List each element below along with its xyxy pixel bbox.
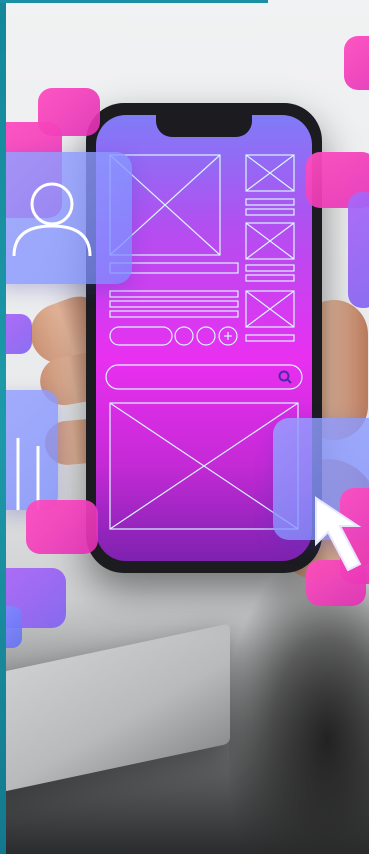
equalizer-icon	[16, 438, 40, 510]
cursor-arrow-icon	[315, 496, 362, 572]
equalizer-card	[0, 390, 58, 510]
floating-card-pink-right-top	[344, 36, 369, 90]
phone-notch	[156, 115, 252, 137]
search-bar	[105, 364, 303, 390]
user-card	[0, 152, 132, 284]
pill-button	[109, 326, 173, 346]
accent-bar-top	[0, 0, 268, 3]
laptop	[0, 623, 230, 797]
floating-card-pink-bottom-left	[26, 500, 98, 554]
user-icon	[12, 182, 92, 257]
photo-scene	[0, 0, 369, 854]
floating-card-violet-right	[348, 192, 369, 308]
accent-bar-left	[0, 0, 6, 854]
